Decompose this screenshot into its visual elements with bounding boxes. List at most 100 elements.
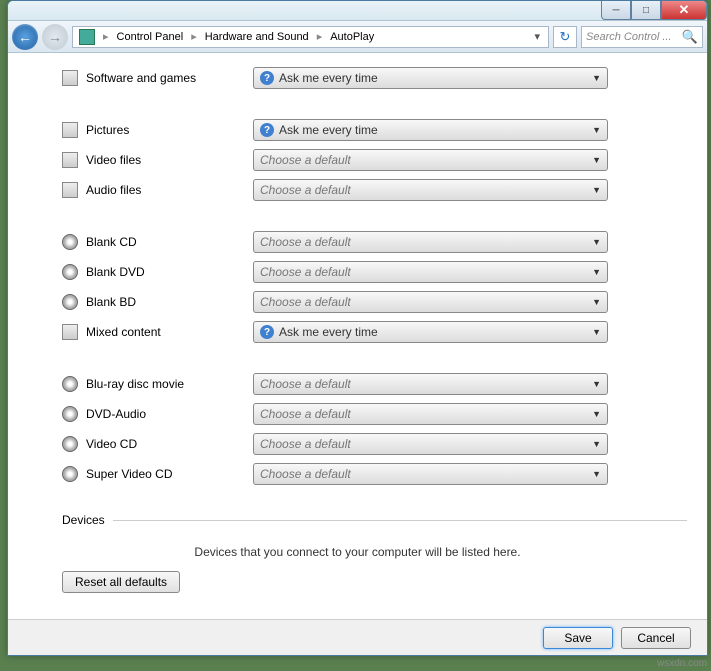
titlebar[interactable]: ─ □ ✕: [8, 1, 707, 21]
action-dropdown[interactable]: Choose a default ▼: [253, 179, 608, 201]
devices-empty-message: Devices that you connect to your compute…: [28, 545, 687, 559]
dropdown-value: Choose a default: [260, 437, 351, 451]
search-input[interactable]: Search Control ... 🔍: [581, 26, 703, 48]
dropdown-value: Ask me every time: [279, 123, 378, 137]
autoplay-row: Blank CDChoose a default▼: [28, 227, 687, 257]
chevron-down-icon: ▼: [592, 439, 601, 449]
action-dropdown[interactable]: Choose a default ▼: [253, 403, 608, 425]
devices-section-header: Devices: [28, 513, 687, 527]
autoplay-row: Blank BD Choose a default ▼: [28, 287, 687, 317]
maximize-button[interactable]: □: [631, 1, 661, 20]
row-label: DVD-Audio: [86, 407, 146, 421]
autoplay-row: Video files Choose a default▼: [28, 145, 687, 175]
row-label: Pictures: [86, 123, 129, 137]
action-dropdown[interactable]: Choose a default ▼: [253, 463, 608, 485]
minimize-button[interactable]: ─: [601, 1, 631, 20]
dropdown-value: Choose a default: [260, 183, 351, 197]
row-label-area: Blank DVD: [28, 264, 253, 280]
question-icon: ?: [260, 123, 274, 137]
row-label: Super Video CD: [86, 467, 173, 481]
dropdown-value: Choose a default: [260, 377, 351, 391]
row-label: Audio files: [86, 183, 141, 197]
row-label: Video CD: [86, 437, 137, 451]
control-panel-icon: [79, 29, 95, 45]
autoplay-row: Mixed content?Ask me every time▼: [28, 317, 687, 347]
row-label-area: Blu-ray disc movie: [28, 376, 253, 392]
divider: [113, 520, 687, 521]
breadcrumb[interactable]: ▸ Control Panel ▸ Hardware and Sound ▸ A…: [72, 26, 549, 48]
search-icon[interactable]: 🔍: [682, 29, 698, 45]
row-label: Software and games: [86, 71, 196, 85]
row-label-area: DVD-Audio: [28, 406, 253, 422]
row-label-area: Blank CD: [28, 234, 253, 250]
action-dropdown[interactable]: ?Ask me every time▼: [253, 119, 608, 141]
chevron-down-icon: ▼: [592, 237, 601, 247]
dropdown-value: Choose a default: [260, 407, 351, 421]
close-button[interactable]: ✕: [661, 1, 707, 20]
action-dropdown[interactable]: Choose a default ▼: [253, 291, 608, 313]
chevron-down-icon: ▼: [592, 469, 601, 479]
question-icon: ?: [260, 325, 274, 339]
file-icon: [62, 122, 78, 138]
breadcrumb-item[interactable]: AutoPlay: [326, 31, 378, 43]
action-dropdown[interactable]: Choose a default ▼: [253, 433, 608, 455]
autoplay-row: Software and games ?Ask me every time▼: [28, 63, 687, 93]
row-label-area: Video CD: [28, 436, 253, 452]
chevron-down-icon: ▼: [592, 379, 601, 389]
autoplay-row: DVD-Audio Choose a default ▼: [28, 399, 687, 429]
row-label-area: Audio files: [28, 182, 253, 198]
chevron-down-icon: ▼: [592, 409, 601, 419]
devices-heading: Devices: [62, 513, 105, 527]
chevron-right-icon[interactable]: ▸: [317, 30, 323, 43]
chevron-right-icon[interactable]: ▸: [103, 30, 109, 43]
chevron-down-icon: ▼: [592, 185, 601, 195]
autoplay-row: Audio files Choose a default ▼: [28, 175, 687, 205]
dropdown-value: Choose a default: [260, 265, 351, 279]
watermark: wsxdn.com: [657, 658, 707, 669]
breadcrumb-dropdown-icon[interactable]: ▾: [528, 30, 546, 43]
autoplay-row: Video CD Choose a default ▼: [28, 429, 687, 459]
row-label: Blank BD: [86, 295, 136, 309]
dropdown-value: Choose a default: [260, 467, 351, 481]
action-dropdown[interactable]: Choose a default▼: [253, 231, 608, 253]
row-label-area: Blank BD: [28, 294, 253, 310]
navbar: ← → ▸ Control Panel ▸ Hardware and Sound…: [8, 21, 707, 53]
disc-icon: [62, 466, 78, 482]
row-label-area: Mixed content: [28, 324, 253, 340]
reset-all-defaults-button[interactable]: Reset all defaults: [62, 571, 180, 593]
dropdown-value: Choose a default: [260, 153, 351, 167]
action-dropdown[interactable]: ?Ask me every time▼: [253, 321, 608, 343]
autoplay-row: Pictures?Ask me every time▼: [28, 115, 687, 145]
action-dropdown[interactable]: Choose a default ▼: [253, 373, 608, 395]
file-icon: [62, 182, 78, 198]
autoplay-row: Super Video CD Choose a default ▼: [28, 459, 687, 489]
row-label: Blank DVD: [86, 265, 145, 279]
question-icon: ?: [260, 71, 274, 85]
autoplay-row: Blu-ray disc movie Choose a default ▼: [28, 369, 687, 399]
breadcrumb-item[interactable]: Hardware and Sound: [201, 31, 313, 43]
row-label-area: Pictures: [28, 122, 253, 138]
disc-icon: [62, 234, 78, 250]
nav-back-button[interactable]: ←: [12, 24, 38, 50]
reset-row: Reset all defaults: [28, 571, 687, 593]
dropdown-value: Choose a default: [260, 295, 351, 309]
breadcrumb-item[interactable]: Control Panel: [113, 31, 188, 43]
save-button[interactable]: Save: [543, 627, 613, 649]
row-label-area: Software and games: [28, 70, 253, 86]
chevron-down-icon: ▼: [592, 297, 601, 307]
chevron-down-icon: ▼: [592, 327, 601, 337]
refresh-button[interactable]: ↻: [553, 26, 577, 48]
chevron-right-icon[interactable]: ▸: [191, 30, 197, 43]
row-label-area: Super Video CD: [28, 466, 253, 482]
action-dropdown[interactable]: Choose a default▼: [253, 261, 608, 283]
action-dropdown[interactable]: ?Ask me every time▼: [253, 67, 608, 89]
row-label-area: Video files: [28, 152, 253, 168]
cancel-button[interactable]: Cancel: [621, 627, 691, 649]
file-icon: [62, 324, 78, 340]
row-label: Video files: [86, 153, 141, 167]
nav-forward-button: →: [42, 24, 68, 50]
explorer-window: ─ □ ✕ ← → ▸ Control Panel ▸ Hardware and…: [7, 0, 708, 656]
action-dropdown[interactable]: Choose a default▼: [253, 149, 608, 171]
search-placeholder: Search Control ...: [586, 31, 672, 43]
disc-icon: [62, 376, 78, 392]
